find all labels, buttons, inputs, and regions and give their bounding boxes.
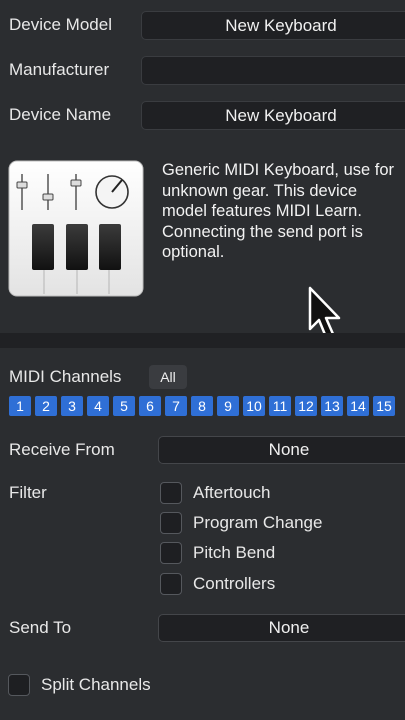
section-divider [0, 333, 405, 348]
device-model-field[interactable]: New Keyboard [141, 11, 405, 40]
manufacturer-field[interactable] [141, 56, 405, 85]
pitch-bend-checkbox[interactable] [160, 542, 182, 564]
channel-button-15[interactable]: 15 [373, 396, 395, 416]
aftertouch-checkbox[interactable] [160, 482, 182, 504]
split-channels-label: Split Channels [41, 675, 151, 694]
manufacturer-label: Manufacturer [9, 60, 110, 79]
channel-button-12[interactable]: 12 [295, 396, 317, 416]
channel-button-9[interactable]: 9 [217, 396, 239, 416]
channel-button-13[interactable]: 13 [321, 396, 343, 416]
pitch-bend-label: Pitch Bend [193, 543, 276, 562]
midi-channels-label: MIDI Channels [9, 367, 122, 386]
channel-button-6[interactable]: 6 [139, 396, 161, 416]
split-channels-checkbox[interactable] [8, 674, 30, 696]
device-model-label: Device Model [9, 15, 112, 34]
channel-button-4[interactable]: 4 [87, 396, 109, 416]
program-change-checkbox[interactable] [160, 512, 182, 534]
receive-from-label: Receive From [9, 440, 115, 459]
controllers-label: Controllers [193, 574, 276, 593]
channel-button-14[interactable]: 14 [347, 396, 369, 416]
channel-button-5[interactable]: 5 [113, 396, 135, 416]
device-name-field[interactable]: New Keyboard [141, 101, 405, 130]
channel-button-1[interactable]: 1 [9, 396, 31, 416]
filter-pitch-bend-row[interactable]: Pitch Bend [160, 541, 275, 565]
channel-button-7[interactable]: 7 [165, 396, 187, 416]
filter-controllers-row[interactable]: Controllers [160, 572, 275, 596]
filter-aftertouch-row[interactable]: Aftertouch [160, 481, 271, 505]
midi-keyboard-icon [8, 160, 144, 297]
channel-button-2[interactable]: 2 [35, 396, 57, 416]
device-name-label: Device Name [9, 105, 112, 124]
channel-button-3[interactable]: 3 [61, 396, 83, 416]
channel-button-10[interactable]: 10 [243, 396, 265, 416]
aftertouch-label: Aftertouch [193, 483, 271, 502]
channel-button-11[interactable]: 11 [269, 396, 291, 416]
send-to-label: Send To [9, 618, 72, 637]
controllers-checkbox[interactable] [160, 573, 182, 595]
program-change-label: Program Change [193, 513, 323, 532]
channel-button-8[interactable]: 8 [191, 396, 213, 416]
split-channels-row[interactable]: Split Channels [8, 673, 151, 697]
send-to-dropdown[interactable]: None [158, 614, 405, 642]
filter-label: Filter [9, 483, 47, 502]
device-description: Generic MIDI Keyboard, use for unknown g… [162, 161, 395, 261]
filter-program-change-row[interactable]: Program Change [160, 511, 322, 535]
receive-from-dropdown[interactable]: None [158, 436, 405, 464]
all-channels-button[interactable]: All [149, 365, 187, 389]
